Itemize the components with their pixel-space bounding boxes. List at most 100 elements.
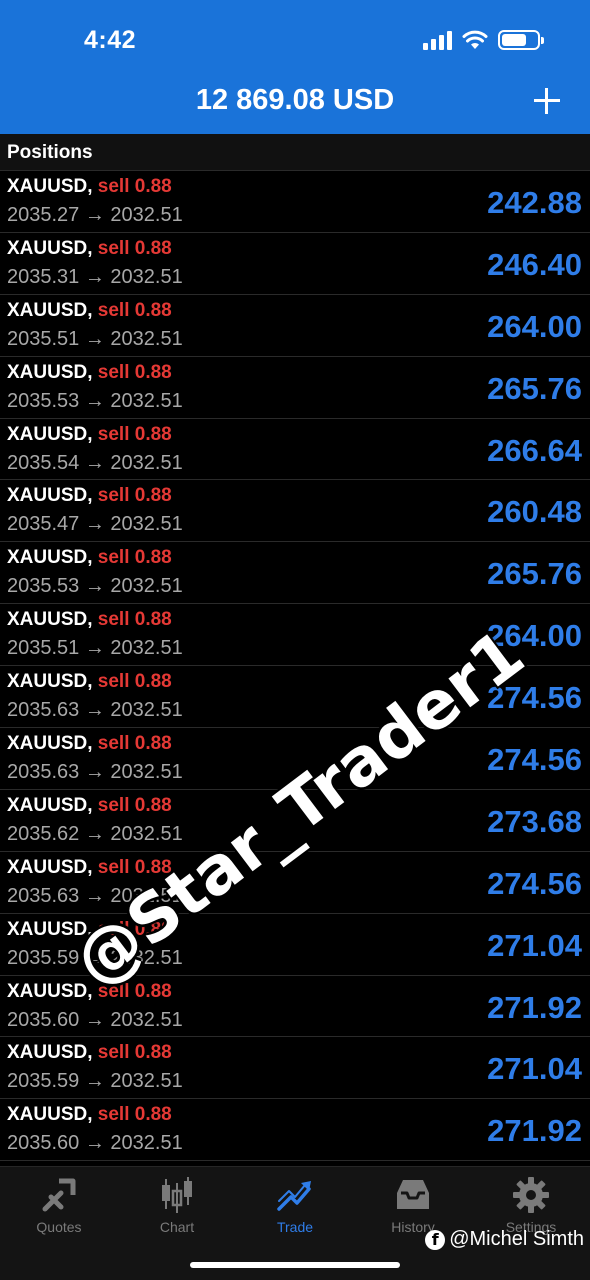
- wifi-icon: [462, 30, 488, 49]
- position-symbol: XAUUSD,: [7, 1042, 93, 1064]
- tab-trade-label: Trade: [276, 1219, 314, 1235]
- position-prices: 2035.47 → 2032.51: [7, 513, 183, 536]
- position-symbol: XAUUSD,: [7, 1104, 93, 1126]
- position-row[interactable]: XAUUSD, sell 0.88 2035.31 → 2032.51 246.40: [0, 233, 590, 295]
- history-icon: [397, 1180, 429, 1209]
- position-side-volume: sell 0.88: [97, 361, 172, 383]
- position-symbol: XAUUSD,: [7, 980, 93, 1002]
- position-profit: 242.88: [487, 185, 582, 220]
- position-profit: 265.76: [487, 370, 582, 406]
- position-profit: 271.92: [487, 989, 582, 1025]
- position-side-volume: sell 0.88: [97, 671, 172, 693]
- position-side-volume: sell 0.88: [97, 1042, 172, 1064]
- position-side-volume: sell 0.88: [97, 176, 172, 197]
- position-side-volume: sell 0.88: [97, 485, 172, 507]
- position-prices: 2035.31 → 2032.51: [7, 265, 183, 288]
- position-row[interactable]: XAUUSD, sell 0.88 2035.51 → 2032.51 264.00: [0, 295, 590, 357]
- position-symbol: XAUUSD,: [7, 733, 93, 755]
- position-profit: 246.40: [487, 246, 582, 282]
- position-side-volume: sell 0.88: [97, 237, 172, 259]
- position-title: XAUUSD, sell 0.88: [7, 671, 172, 693]
- position-title: XAUUSD, sell 0.88: [7, 1104, 172, 1126]
- position-prices: 2035.51 → 2032.51: [7, 637, 183, 660]
- position-row[interactable]: XAUUSD, sell 0.88 2035.53 → 2032.51 265.76: [0, 357, 590, 419]
- status-icons: [423, 30, 544, 50]
- position-symbol: XAUUSD,: [7, 176, 93, 197]
- position-row[interactable]: XAUUSD, sell 0.88 2035.60 → 2032.51 271.92: [0, 976, 590, 1038]
- position-symbol: XAUUSD,: [7, 671, 93, 693]
- position-row[interactable]: XAUUSD, sell 0.88 2035.53 → 2032.51 265.76: [0, 542, 590, 605]
- chart-icon: [162, 1177, 192, 1213]
- position-symbol: XAUUSD,: [7, 856, 93, 878]
- position-symbol: XAUUSD,: [7, 609, 93, 631]
- status-bar: 4:42: [0, 0, 590, 80]
- home-indicator: [190, 1262, 400, 1268]
- settings-icon: [513, 1177, 549, 1213]
- position-prices: 2035.51 → 2032.51: [7, 327, 183, 350]
- position-title: XAUUSD, sell 0.88: [7, 485, 172, 507]
- position-symbol: XAUUSD,: [7, 485, 93, 507]
- position-profit: 266.64: [487, 432, 582, 468]
- positions-section-header: Positions: [0, 134, 590, 171]
- position-prices: 2035.62 → 2032.51: [7, 822, 183, 845]
- position-row[interactable]: XAUUSD, sell 0.88 2035.27 → 2032.51 242.88: [0, 171, 590, 233]
- watermark-credit-text: @Michel Simth: [449, 1228, 584, 1250]
- header-bar: 4:42 12 869.08 USD: [0, 0, 590, 134]
- position-side-volume: sell 0.88: [97, 423, 172, 445]
- trade-icon: [277, 1181, 311, 1211]
- position-row[interactable]: XAUUSD, sell 0.88 2035.47 → 2032.51 260.48: [0, 480, 590, 543]
- status-time: 4:42: [84, 26, 137, 54]
- position-side-volume: sell 0.88: [97, 794, 172, 816]
- position-symbol: XAUUSD,: [7, 423, 93, 445]
- position-profit: 271.04: [487, 927, 582, 963]
- position-title: XAUUSD, sell 0.88: [7, 238, 172, 260]
- position-side-volume: sell 0.88: [97, 1104, 172, 1126]
- add-order-button[interactable]: [532, 86, 562, 116]
- position-title: XAUUSD, sell 0.88: [7, 609, 172, 631]
- position-profit: 274.56: [487, 742, 582, 778]
- position-profit: 264.00: [487, 308, 582, 344]
- position-side-volume: sell 0.88: [97, 547, 172, 569]
- tab-trade[interactable]: Trade: [236, 1175, 354, 1245]
- position-side-volume: sell 0.88: [97, 733, 172, 755]
- position-profit: 274.56: [487, 865, 582, 901]
- quotes-icon: [42, 1178, 76, 1212]
- position-row[interactable]: XAUUSD, sell 0.88 2035.54 → 2032.51 266.64: [0, 419, 590, 481]
- positions-title: Positions: [7, 142, 93, 163]
- tab-quotes[interactable]: Quotes: [0, 1175, 118, 1245]
- tab-quotes-label: Quotes: [36, 1219, 82, 1235]
- position-prices: 2035.59 → 2032.51: [7, 1070, 183, 1093]
- position-profit: 265.76: [487, 556, 582, 592]
- position-title: XAUUSD, sell 0.88: [7, 362, 172, 384]
- position-row[interactable]: XAUUSD, sell 0.88 2035.59 → 2032.51 271.04: [0, 1037, 590, 1100]
- position-profit: 260.48: [487, 494, 582, 530]
- position-side-volume: sell 0.88: [97, 609, 172, 631]
- tab-chart-label: Chart: [159, 1219, 195, 1235]
- position-title: XAUUSD, sell 0.88: [7, 795, 172, 817]
- position-side-volume: sell 0.88: [97, 299, 172, 321]
- tab-chart[interactable]: Chart: [118, 1175, 236, 1245]
- cellular-signal-icon: [423, 30, 452, 50]
- position-prices: 2035.53 → 2032.51: [7, 575, 183, 598]
- position-prices: 2035.63 → 2032.51: [7, 699, 183, 722]
- position-symbol: XAUUSD,: [7, 547, 93, 569]
- position-prices: 2035.53 → 2032.51: [7, 389, 183, 412]
- position-title: XAUUSD, sell 0.88: [7, 300, 172, 322]
- battery-icon: [498, 30, 544, 50]
- position-profit: 271.04: [487, 1051, 582, 1087]
- position-row[interactable]: XAUUSD, sell 0.88 2035.60 → 2032.51 271.92: [0, 1099, 590, 1162]
- position-title: XAUUSD, sell 0.88: [7, 981, 172, 1003]
- position-prices: 2035.60 → 2032.51: [7, 1132, 183, 1155]
- account-balance: 12 869.08 USD: [195, 84, 395, 116]
- position-prices: 2035.60 → 2032.51: [7, 1008, 183, 1031]
- position-symbol: XAUUSD,: [7, 237, 93, 259]
- watermark-credit: f @Michel Simth: [425, 1228, 584, 1251]
- position-prices: 2035.27 → 2032.51: [7, 204, 183, 226]
- position-title: XAUUSD, sell 0.88: [7, 424, 172, 446]
- position-prices: 2035.63 → 2032.51: [7, 761, 183, 784]
- position-row[interactable]: XAUUSD, sell 0.88 2035.63 → 2032.51 274.56: [0, 852, 590, 914]
- position-symbol: XAUUSD,: [7, 794, 93, 816]
- position-profit: 273.68: [487, 803, 582, 839]
- position-prices: 2035.54 → 2032.51: [7, 451, 183, 474]
- position-title: XAUUSD, sell 0.88: [7, 1042, 172, 1064]
